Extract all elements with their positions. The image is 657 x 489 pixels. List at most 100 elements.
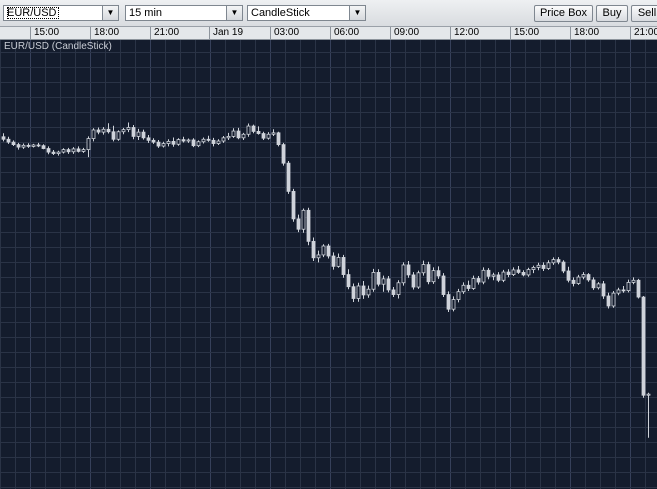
candle-body (121, 129, 126, 133)
candle (276, 131, 281, 147)
candle (146, 134, 151, 143)
candle (611, 290, 616, 308)
candle (326, 243, 331, 259)
candle (431, 267, 436, 284)
candle-body (371, 272, 376, 290)
chart-canvas (0, 40, 657, 489)
candle (501, 269, 506, 283)
candle (311, 237, 316, 262)
candle (396, 280, 401, 299)
candle-body (1, 136, 6, 140)
candle (616, 287, 621, 296)
candle (556, 257, 561, 265)
candle-body (156, 141, 161, 147)
candle-body (21, 144, 26, 148)
chart-type-select-value: CandleStick (251, 7, 310, 19)
candle-body (541, 264, 546, 269)
chevron-down-icon[interactable]: ▼ (226, 6, 242, 20)
candle (531, 265, 536, 274)
candle (626, 279, 631, 293)
candle (61, 148, 66, 154)
buy-button[interactable]: Buy (596, 5, 628, 22)
candle-body (411, 274, 416, 288)
time-axis-label: 12:00 (450, 27, 479, 39)
candle-body (146, 137, 151, 141)
candle-body (321, 245, 326, 256)
candle-body (41, 145, 46, 149)
candle (551, 257, 556, 265)
candle (606, 292, 611, 309)
time-axis-label: 18:00 (570, 27, 599, 39)
candle (351, 283, 356, 303)
candle-body (311, 240, 316, 259)
chevron-down-icon[interactable]: ▼ (102, 6, 118, 20)
candle-body (56, 151, 61, 154)
candle-body (391, 289, 396, 295)
candle (86, 136, 91, 158)
candle-body (111, 131, 116, 140)
candle-body (71, 148, 76, 153)
candle-body (246, 125, 251, 135)
price-box-button[interactable]: Price Box (534, 5, 593, 22)
candle-body (181, 139, 186, 142)
candle-body (136, 131, 141, 137)
candle-body (551, 259, 556, 264)
chevron-down-icon[interactable]: ▼ (349, 6, 365, 20)
candle-body (591, 279, 596, 289)
candle-body (276, 132, 281, 146)
candle (336, 253, 341, 268)
candle-body (421, 264, 426, 274)
candle-body (641, 296, 646, 396)
candle-body (571, 279, 576, 284)
candle-body (511, 269, 516, 275)
candle-body (16, 144, 21, 148)
candle (111, 125, 116, 142)
candle (141, 129, 146, 140)
candle-body (606, 295, 611, 307)
candle-body (501, 271, 506, 281)
candle (361, 280, 366, 299)
candle-body (526, 269, 531, 276)
candle (546, 260, 551, 270)
candle (571, 277, 576, 287)
candle-body (556, 259, 561, 263)
chart-title: EUR/USD (CandleStick) (4, 41, 112, 52)
candle (81, 147, 86, 153)
candle (206, 135, 211, 142)
timeframe-select[interactable]: 15 min ▼ (125, 5, 243, 21)
candle-body (376, 272, 381, 285)
candle (381, 275, 386, 292)
time-axis-label: 21:00 (150, 27, 179, 39)
candle (401, 262, 406, 286)
candle (581, 272, 586, 280)
candle-body (81, 149, 86, 152)
candle-body (36, 144, 41, 147)
candle-body (296, 218, 301, 230)
candle (226, 132, 231, 140)
candlestick-chart[interactable]: EUR/USD (CandleStick) (0, 40, 657, 489)
candle (371, 268, 376, 292)
candle (116, 130, 121, 141)
candle (516, 265, 521, 274)
candle-body (231, 130, 236, 137)
candle (521, 270, 526, 277)
candle (266, 132, 271, 140)
chart-type-select[interactable]: CandleStick ▼ (247, 5, 366, 21)
candle-body (31, 144, 36, 147)
candle (66, 147, 71, 154)
candle (1, 133, 6, 142)
candle-body (546, 262, 551, 269)
candle (346, 269, 351, 290)
candle (596, 282, 601, 290)
candle-body (611, 292, 616, 307)
symbol-select[interactable]: EUR/USD ▼ (3, 5, 119, 21)
candle-body (126, 127, 131, 131)
candle (306, 207, 311, 246)
candle (36, 142, 41, 148)
sell-button[interactable]: Sell (631, 5, 657, 22)
candle-body (291, 190, 296, 220)
candle-body (336, 257, 341, 267)
time-axis: 15:00 18:00 21:00 Jan 19 03:00 06:00 09:… (0, 27, 657, 40)
candle-body (351, 286, 356, 299)
candle (196, 140, 201, 148)
